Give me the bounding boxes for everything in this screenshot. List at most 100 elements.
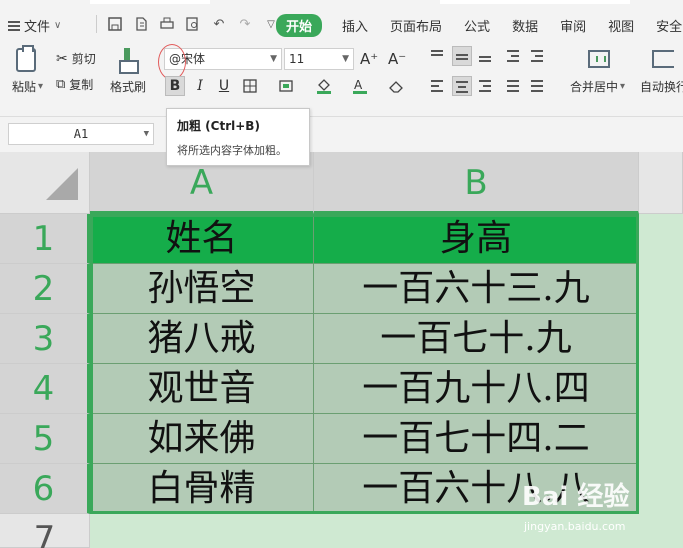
watermark-brand: Bai 经验 bbox=[522, 482, 630, 512]
cell-style-button[interactable] bbox=[276, 76, 296, 96]
cell-a5[interactable]: 如来佛 bbox=[90, 414, 314, 464]
tooltip-title: 加粗 (Ctrl+B) bbox=[177, 119, 260, 133]
copy-button[interactable]: ⧉ 复制 bbox=[56, 76, 93, 93]
fill-color-button[interactable] bbox=[314, 76, 334, 96]
cell-a1[interactable]: 姓名 bbox=[90, 214, 314, 264]
cell-b2[interactable]: 一百六十三.九 bbox=[314, 264, 639, 314]
tab-security[interactable]: 安全 bbox=[656, 16, 682, 35]
clear-format-button[interactable] bbox=[386, 76, 406, 96]
cell-style-icon bbox=[279, 80, 293, 92]
file-menu[interactable]: 文件 ∨ bbox=[8, 16, 61, 35]
print-preview-icon[interactable] bbox=[185, 16, 201, 32]
name-box[interactable]: A1 ▼ bbox=[8, 123, 154, 145]
print-icon[interactable] bbox=[159, 16, 175, 32]
chevron-down-icon: ▾ bbox=[620, 81, 626, 92]
increase-indent-button[interactable] bbox=[528, 46, 548, 66]
align-middle-button[interactable] bbox=[452, 46, 472, 66]
justify-button[interactable] bbox=[504, 76, 524, 96]
font-size-select[interactable]: 11 ▼ bbox=[284, 48, 354, 70]
borders-icon bbox=[243, 79, 257, 93]
cell-a6[interactable]: 白骨精 bbox=[90, 464, 314, 514]
tooltip-description: 将所选内容字体加粗。 bbox=[177, 144, 287, 157]
name-box-value: A1 bbox=[73, 127, 89, 141]
file-menu-label: 文件 bbox=[24, 20, 51, 35]
wrap-text-button[interactable]: 自动换行 bbox=[640, 78, 683, 95]
tab-page-layout[interactable]: 页面布局 bbox=[390, 16, 442, 35]
select-all-icon bbox=[46, 168, 78, 200]
save-icon[interactable] bbox=[107, 16, 123, 32]
format-painter-icon bbox=[118, 48, 139, 74]
format-painter-button[interactable] bbox=[118, 48, 139, 74]
shrink-font-button[interactable]: A⁻ bbox=[388, 50, 406, 68]
ribbon: 粘贴 ▾ ✂ 剪切 ⧉ 复制 格式刷 @宋体 ▼ 11 ▼ A⁺ A⁻ B I … bbox=[0, 42, 683, 108]
grow-font-button[interactable]: A⁺ bbox=[360, 50, 378, 68]
row-header-4[interactable]: 4 bbox=[0, 364, 90, 414]
merge-center-button[interactable]: 合并居中 ▾ bbox=[570, 78, 625, 95]
wrap-text-icon[interactable] bbox=[652, 50, 674, 68]
paste-icon bbox=[16, 45, 36, 72]
tab-strip-segment bbox=[90, 0, 210, 4]
tab-insert[interactable]: 插入 bbox=[342, 16, 368, 35]
chevron-down-icon: ▼ bbox=[270, 54, 277, 64]
decrease-indent-button[interactable] bbox=[504, 46, 524, 66]
eraser-icon bbox=[389, 81, 403, 93]
ribbon-tabs: 开始 插入 页面布局 公式 数据 审阅 视图 安全 bbox=[276, 14, 683, 37]
undo-icon[interactable]: ↶ bbox=[211, 16, 227, 32]
tab-review[interactable]: 审阅 bbox=[560, 16, 586, 35]
highlight-circle bbox=[158, 44, 186, 80]
cell-b1[interactable]: 身高 bbox=[314, 214, 639, 264]
align-top-button[interactable] bbox=[428, 46, 448, 66]
paste-dropdown[interactable]: 粘贴 ▾ bbox=[12, 78, 43, 95]
cell-b3[interactable]: 一百七十.九 bbox=[314, 314, 639, 364]
redo-icon[interactable]: ↷ bbox=[237, 16, 253, 32]
watermark-url: jingyan.baidu.com bbox=[524, 520, 626, 533]
align-center-button[interactable] bbox=[452, 76, 472, 96]
row-header-2[interactable]: 2 bbox=[0, 264, 90, 314]
cell-b4[interactable]: 一百九十八.四 bbox=[314, 364, 639, 414]
chevron-down-icon: ▼ bbox=[342, 54, 349, 64]
row-header-5[interactable]: 5 bbox=[0, 414, 90, 464]
align-right-button[interactable] bbox=[476, 76, 496, 96]
tab-strip-segment bbox=[440, 0, 630, 4]
cut-button[interactable]: ✂ 剪切 bbox=[56, 50, 96, 67]
italic-button[interactable]: I bbox=[190, 76, 210, 96]
tab-home[interactable]: 开始 bbox=[276, 14, 323, 37]
tab-data[interactable]: 数据 bbox=[512, 16, 538, 35]
distributed-button[interactable] bbox=[528, 76, 548, 96]
row-header-1[interactable]: 1 bbox=[0, 214, 90, 264]
cell-a2[interactable]: 孙悟空 bbox=[90, 264, 314, 314]
merge-center-icon[interactable] bbox=[588, 50, 610, 68]
formula-bar: A1 ▼ bbox=[0, 116, 683, 150]
divider bbox=[96, 15, 97, 33]
font-color-button[interactable]: A bbox=[350, 76, 370, 96]
cut-label: 剪切 bbox=[71, 52, 96, 66]
tab-formulas[interactable]: 公式 bbox=[464, 16, 490, 35]
format-painter-label: 格式刷 bbox=[110, 80, 147, 94]
align-left-button[interactable] bbox=[428, 76, 448, 96]
top-strip bbox=[0, 0, 683, 6]
underline-button[interactable]: U bbox=[214, 76, 234, 96]
paste-button[interactable] bbox=[16, 45, 36, 72]
copy-label: 复制 bbox=[69, 78, 94, 92]
select-all-corner[interactable] bbox=[0, 152, 90, 214]
quick-access-toolbar: ↶ ↷ ▽ bbox=[96, 15, 279, 33]
row-header-6[interactable]: 6 bbox=[0, 464, 90, 514]
cell-b5[interactable]: 一百七十四.二 bbox=[314, 414, 639, 464]
cell-a4[interactable]: 观世音 bbox=[90, 364, 314, 414]
export-icon[interactable] bbox=[133, 16, 149, 32]
baidu-jingyan-watermark: Bai 经验 jingyan.baidu.com bbox=[520, 470, 680, 546]
cell-a3[interactable]: 猪八戒 bbox=[90, 314, 314, 364]
hamburger-icon bbox=[8, 20, 20, 31]
cell-a7[interactable] bbox=[90, 514, 314, 548]
column-header-b[interactable]: B bbox=[314, 152, 639, 214]
tab-view[interactable]: 视图 bbox=[608, 16, 634, 35]
row-header-3[interactable]: 3 bbox=[0, 314, 90, 364]
align-bottom-button[interactable] bbox=[476, 46, 496, 66]
bold-button[interactable]: B bbox=[165, 76, 185, 96]
scissors-icon: ✂ bbox=[56, 50, 68, 67]
borders-button[interactable] bbox=[240, 76, 260, 96]
row-header-7[interactable]: 7 bbox=[0, 514, 90, 548]
column-header-c[interactable] bbox=[639, 152, 683, 214]
copy-icon: ⧉ bbox=[56, 77, 66, 92]
bold-tooltip: 加粗 (Ctrl+B) 将所选内容字体加粗。 bbox=[166, 108, 310, 166]
